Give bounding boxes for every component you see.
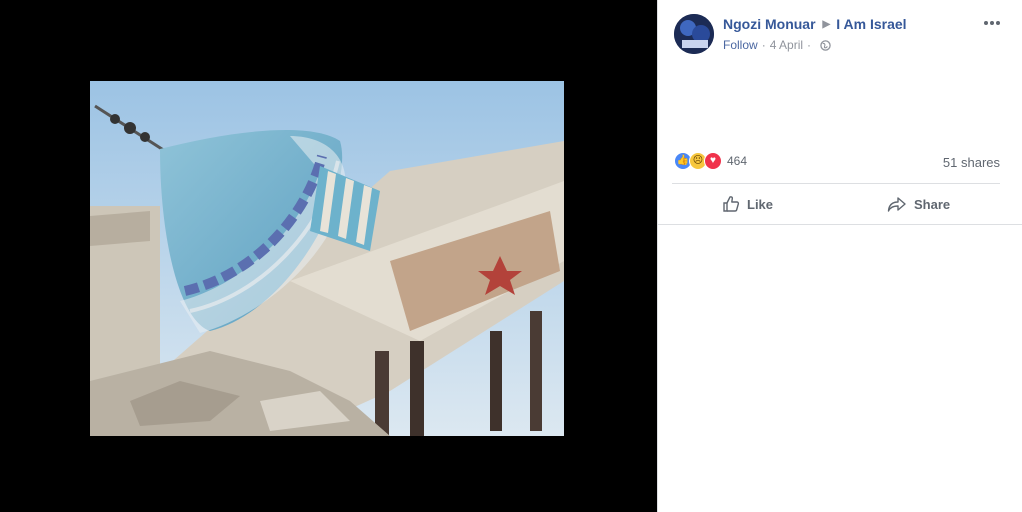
divider	[658, 224, 1022, 225]
shares-count[interactable]: 51 shares	[943, 155, 1000, 170]
post-date[interactable]: 4 April	[770, 38, 803, 52]
collapsed-dome-photo	[90, 81, 564, 436]
more-options-icon[interactable]	[982, 16, 1002, 30]
share-button[interactable]: Share	[887, 193, 950, 215]
post-photo[interactable]	[90, 81, 564, 436]
post-header-title: Ngozi Monuar ▶ I Am Israel	[723, 16, 907, 32]
divider	[672, 183, 1000, 184]
author-name[interactable]: Ngozi Monuar	[723, 16, 816, 32]
avatar-image	[674, 14, 714, 54]
love-reaction-icon: ♥	[704, 152, 722, 170]
avatar[interactable]	[674, 14, 714, 54]
arrow-right-icon: ▶	[822, 18, 831, 30]
post-sidebar: Ngozi Monuar ▶ I Am Israel Follow · 4 Ap…	[657, 0, 1022, 512]
follow-link[interactable]: Follow	[723, 38, 758, 52]
like-button-label: Like	[747, 196, 774, 212]
like-button[interactable]: Like	[722, 193, 773, 215]
reactions-summary[interactable]: 👍 ☹ ♥ 464	[674, 152, 747, 170]
thumbs-up-icon	[723, 196, 740, 212]
globe-icon[interactable]	[820, 39, 831, 51]
separator-dot: ·	[761, 38, 766, 52]
photo-viewer	[0, 0, 657, 512]
separator-dot: ·	[807, 38, 812, 52]
reaction-count: 464	[727, 154, 748, 168]
group-name[interactable]: I Am Israel	[836, 16, 906, 32]
share-arrow-icon	[887, 197, 906, 212]
share-button-label: Share	[914, 196, 951, 212]
post-meta: Follow · 4 April ·	[723, 38, 831, 52]
